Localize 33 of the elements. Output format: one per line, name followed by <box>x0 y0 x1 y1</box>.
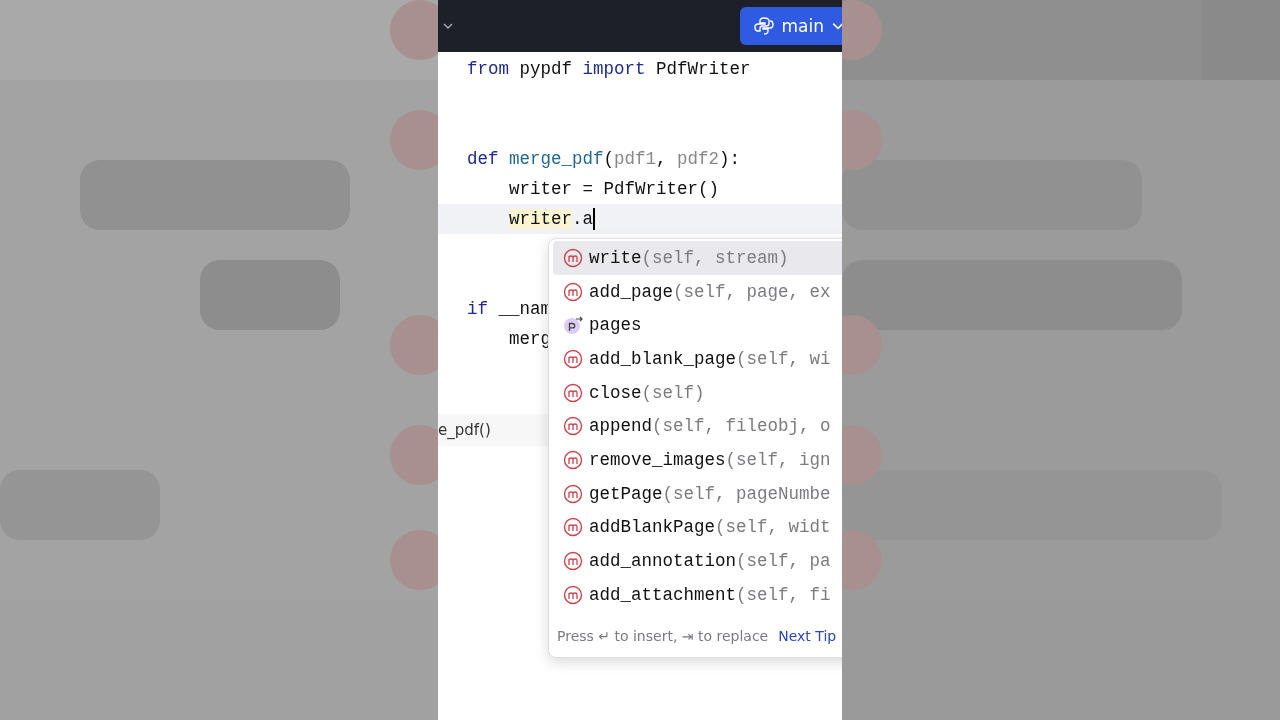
branch-button[interactable]: main <box>739 7 842 45</box>
python-icon <box>753 16 774 36</box>
method-icon <box>563 449 583 470</box>
text-cursor <box>593 208 596 230</box>
code-line: writer = PdfWriter() <box>509 178 720 201</box>
method-icon <box>563 416 583 437</box>
caret-icon <box>832 22 842 30</box>
code-line: def merge_pdf(pdf1, pdf2): <box>467 148 741 171</box>
completion-item[interactable]: add_attachment(self, fi <box>553 577 842 612</box>
method-icon <box>563 551 583 572</box>
completion-item[interactable]: add_page(self, page, ex <box>553 274 842 309</box>
completion-item[interactable]: pages <box>553 308 842 343</box>
method-icon <box>563 247 583 268</box>
method-icon <box>563 382 583 403</box>
breadcrumb[interactable]: e_pdf() <box>438 421 491 439</box>
completion-item[interactable]: getPage(self, pageNumbe <box>553 476 842 511</box>
completion-item[interactable]: append(self, fileobj, o <box>553 409 842 444</box>
completion-item[interactable]: addBlankPage(self, widt <box>553 510 842 545</box>
code-line: from pypdf import PdfWriter <box>467 58 751 81</box>
completion-item[interactable]: add_blank_page(self, wi <box>553 342 842 376</box>
completion-item[interactable]: add_annotation(self, pa <box>553 544 842 578</box>
property-icon <box>563 315 583 336</box>
method-icon <box>563 517 583 538</box>
completion-item[interactable]: write(self, stream) <box>553 241 842 275</box>
hint-text: Press ↵ to insert, ⇥ to replace <box>557 628 769 644</box>
completion-item[interactable]: remove_images(self, ign <box>553 443 842 477</box>
next-tip-link[interactable]: Next Tip <box>778 628 837 644</box>
method-icon <box>563 584 583 605</box>
method-icon <box>563 281 583 302</box>
code-line: writer.a <box>509 208 594 231</box>
method-icon <box>563 483 583 504</box>
method-icon <box>563 348 583 369</box>
completion-item[interactable]: close(self) <box>553 375 842 410</box>
